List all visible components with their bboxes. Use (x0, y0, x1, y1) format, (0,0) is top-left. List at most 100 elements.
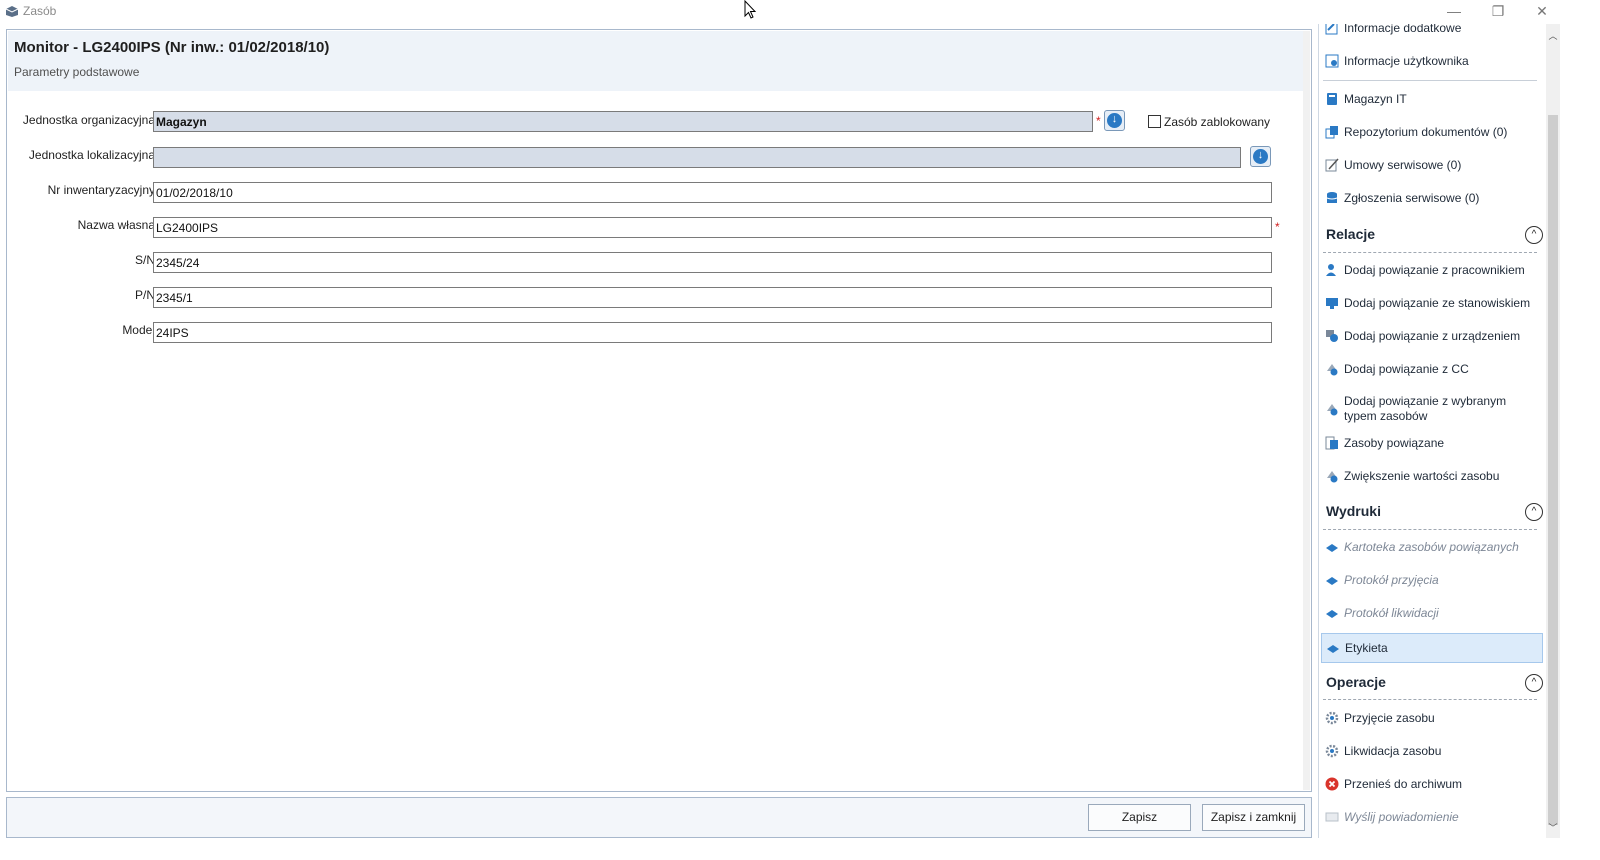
gear-icon (1325, 744, 1339, 758)
model-label: Model (122, 323, 155, 337)
name-label-cell: Nazwa własna (13, 215, 155, 237)
form-subtitle: Parametry podstawowe (14, 65, 140, 79)
scroll-down-icon[interactable]: ﹀ (1546, 821, 1560, 835)
close-button[interactable]: ✕ (1520, 1, 1564, 23)
org-unit-label: Jednostka organizacyjna (22, 113, 155, 127)
inv-no-field[interactable]: 01/02/2018/10 (153, 182, 1272, 203)
mouse-cursor-icon (744, 0, 757, 19)
collapse-icon[interactable]: ^ (1525, 226, 1543, 244)
side-item-label: Dodaj powiązanie z urządzeniem (1344, 329, 1521, 343)
restore-button[interactable]: ❐ (1476, 1, 1520, 23)
side-item-label: Przenieś do archiwum (1344, 777, 1463, 791)
pn-field[interactable]: 2345/1 (153, 287, 1272, 308)
collapse-icon[interactable]: ^ (1525, 503, 1543, 521)
side-panel: Informacje dodatkowe Informacje użytkown… (1318, 24, 1546, 838)
related-resources-icon (1325, 436, 1338, 450)
side-item-info-additional[interactable]: Informacje dodatkowe (1319, 24, 1545, 43)
org-unit-field[interactable]: Magazyn (153, 111, 1093, 132)
side-item-documents[interactable]: Repozytorium dokumentów (0) (1319, 117, 1545, 147)
section-relations-header[interactable]: Relacje ^ (1319, 220, 1545, 250)
link-employee-icon (1326, 264, 1336, 276)
blocked-checkbox[interactable] (1148, 115, 1161, 128)
loc-unit-label: Jednostka lokalizacyjna (28, 148, 155, 162)
side-item-label: Dodaj powiązanie z pracownikiem (1344, 263, 1525, 277)
side-item-label: Zasoby powiązane (1344, 436, 1445, 450)
window-title: Zasób (23, 4, 57, 18)
documents-icon (1325, 126, 1338, 139)
scrollbar-thumb[interactable] (1548, 115, 1558, 825)
edit-doc-icon (1325, 24, 1338, 35)
side-item-link-device[interactable]: Dodaj powiązanie z urządzeniem (1319, 321, 1545, 351)
side-item-contracts[interactable]: Umowy serwisowe (0) (1319, 150, 1545, 180)
side-item-label: Wyślij powiadomienie (1344, 810, 1459, 824)
required-mark: * (1275, 220, 1280, 234)
side-item-print-related-register[interactable]: Kartoteka zasobów powiązanych (1319, 532, 1545, 562)
side-item-send-notification[interactable]: Wyślij powiadomienie (1319, 802, 1545, 832)
service-request-icon (1326, 192, 1338, 203)
save-and-close-button[interactable]: Zapisz i zamknij (1202, 804, 1305, 831)
print-icon (1326, 610, 1338, 618)
side-item-link-workstation[interactable]: Dodaj powiązanie ze stanowiskiem (1319, 288, 1545, 318)
save-button[interactable]: Zapisz (1088, 804, 1191, 831)
section-prints-header[interactable]: Wydruki ^ (1319, 497, 1545, 527)
collapse-icon[interactable]: ^ (1525, 674, 1543, 692)
user-doc-icon (1325, 54, 1339, 68)
section-operations-header[interactable]: Operacje ^ (1319, 668, 1545, 698)
form-title: Monitor - LG2400IPS (Nr inw.: 01/02/2018… (14, 39, 330, 56)
side-item-accept-resource[interactable]: Przyjęcie zasobu (1319, 703, 1545, 733)
loc-unit-field[interactable] (153, 147, 1241, 168)
side-item-warehouse[interactable]: Magazyn IT (1319, 84, 1545, 114)
org-unit-label-cell: Jednostka organizacyjna (13, 110, 155, 132)
window-title-bar: Zasób — ❐ ✕ (0, 0, 1600, 24)
divider (1323, 699, 1537, 700)
side-item-liquidate-resource[interactable]: Likwidacja zasobu (1319, 736, 1545, 766)
notification-icon (1325, 812, 1339, 822)
side-item-move-to-archive[interactable]: Przenieś do archiwum (1319, 769, 1545, 799)
side-item-label: Dodaj powiązanie ze stanowiskiem (1344, 296, 1531, 310)
divider (1323, 252, 1537, 253)
divider (1323, 80, 1537, 81)
section-prints-title: Wydruki (1326, 503, 1381, 519)
contract-icon (1325, 158, 1339, 172)
sn-field[interactable]: 2345/24 (153, 252, 1272, 273)
side-item-print-acceptance[interactable]: Protokół przyjęcia (1319, 565, 1545, 595)
side-panel-scrollbar[interactable]: ︿ ﹀ (1546, 24, 1560, 838)
gear-icon (1325, 711, 1339, 725)
warehouse-icon (1327, 93, 1337, 105)
side-item-label: Kartoteka zasobów powiązanych (1344, 540, 1519, 554)
side-item-link-type[interactable]: Dodaj powiązanie z wybranym typem zasobó… (1319, 387, 1545, 431)
side-item-related-resources[interactable]: Zasoby powiązane (1319, 428, 1545, 458)
form-scroll-track (1303, 31, 1310, 790)
scroll-up-icon[interactable]: ︿ (1546, 29, 1560, 43)
link-device-icon (1326, 330, 1338, 342)
form-header: Monitor - LG2400IPS (Nr inw.: 01/02/2018… (8, 31, 1304, 91)
side-item-label: Magazyn IT (1344, 92, 1407, 106)
minimize-button[interactable]: — (1432, 1, 1476, 23)
side-item-service-requests[interactable]: Zgłoszenia serwisowe (0) (1319, 183, 1545, 213)
side-item-label: Informacje użytkownika (1344, 54, 1469, 68)
org-unit-lookup-button[interactable]: ↓ (1104, 110, 1125, 131)
blocked-checkbox-label: Zasób zablokowany (1164, 115, 1271, 129)
print-icon (1327, 645, 1339, 653)
side-item-label-line2: typem zasobów (1344, 409, 1428, 423)
side-item-print-liquidation[interactable]: Protokół likwidacji (1319, 598, 1545, 628)
loc-unit-lookup-button[interactable]: ↓ (1250, 146, 1271, 167)
side-item-link-cc[interactable]: Dodaj powiązanie z CC (1319, 354, 1545, 384)
link-cc-icon (1327, 364, 1338, 376)
side-item-label: Likwidacja zasobu (1344, 744, 1442, 758)
link-type-icon (1327, 404, 1338, 416)
sn-label-cell: S/N (13, 250, 155, 272)
side-item-increase-value[interactable]: Zwiększenie wartości zasobu (1319, 461, 1545, 491)
side-item-user-info[interactable]: Informacje użytkownika (1319, 46, 1545, 76)
name-label: Nazwa własna (77, 218, 155, 232)
name-field[interactable]: LG2400IPS (153, 217, 1272, 238)
side-item-print-label[interactable]: Etykieta (1321, 633, 1543, 663)
side-item-label: Repozytorium dokumentów (0) (1344, 125, 1508, 139)
model-field[interactable]: 24IPS (153, 322, 1272, 343)
sn-label: S/N (134, 253, 155, 267)
side-item-link-employee[interactable]: Dodaj powiązanie z pracownikiem (1319, 255, 1545, 285)
side-item-label: Zwiększenie wartości zasobu (1344, 469, 1500, 483)
side-item-label: Umowy serwisowe (0) (1344, 158, 1462, 172)
increase-value-icon (1327, 471, 1338, 483)
side-item-label: Etykieta (1345, 641, 1388, 655)
